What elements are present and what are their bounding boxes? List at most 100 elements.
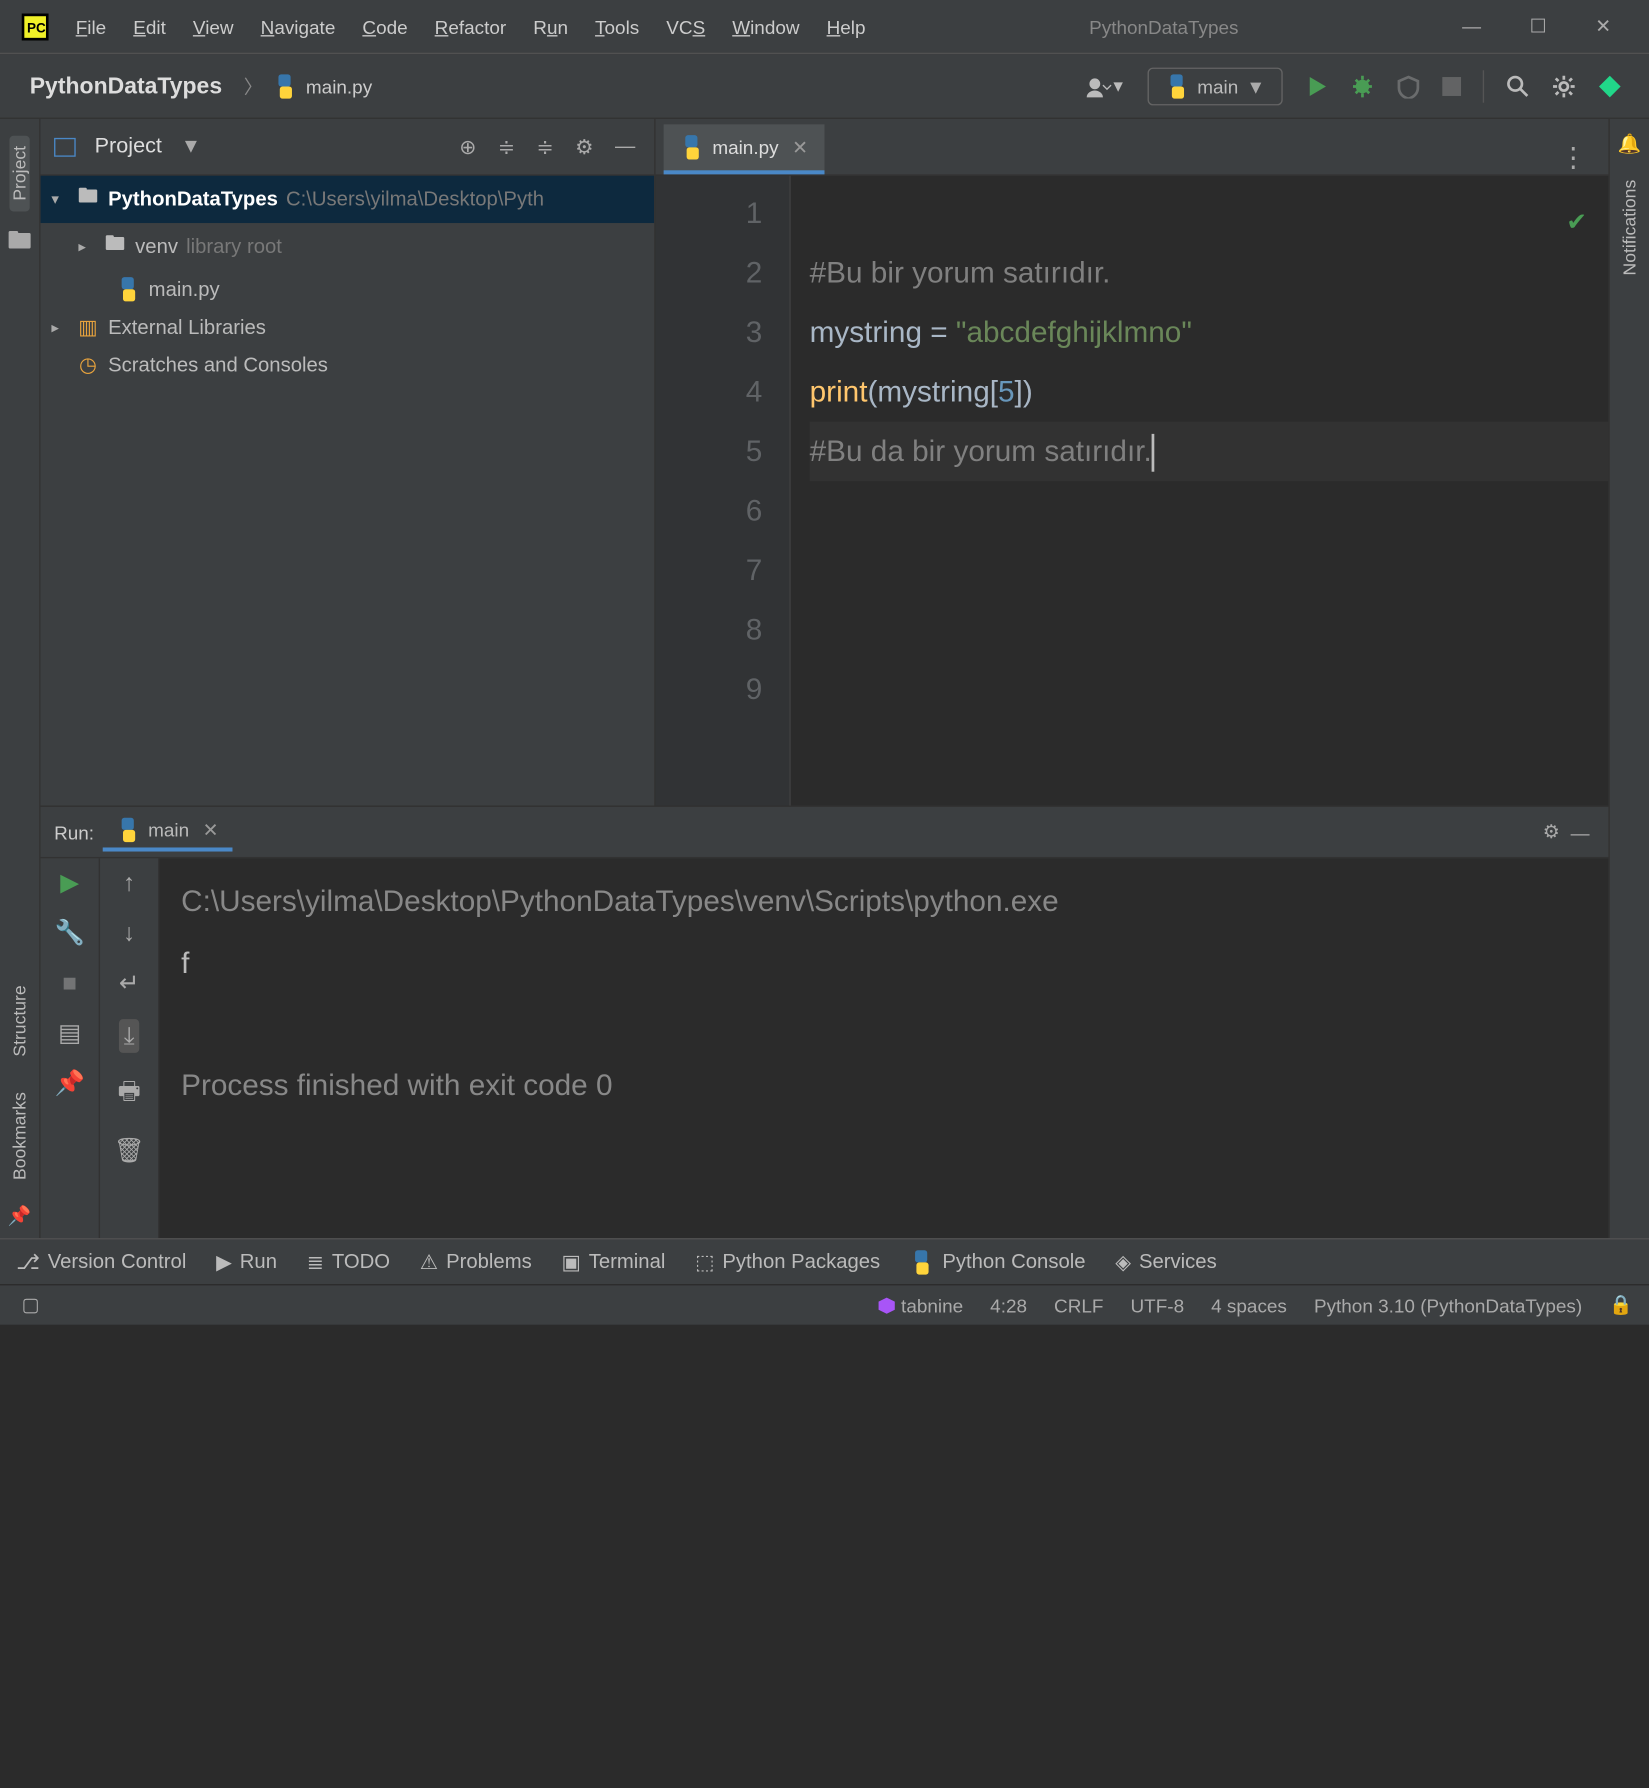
breadcrumb-file[interactable]: main.py <box>271 74 372 98</box>
tab-label: main.py <box>712 137 778 159</box>
run-config-selector[interactable]: main ▼ <box>1147 67 1282 105</box>
lock-icon[interactable]: 🔒 <box>1609 1294 1633 1317</box>
tool-label: Terminal <box>589 1250 666 1273</box>
coverage-button[interactable] <box>1396 74 1420 98</box>
tool-python-console[interactable]: Python Console <box>910 1250 1086 1274</box>
menu-file[interactable]: File <box>76 16 107 38</box>
code-num: 5 <box>998 374 1015 408</box>
close-icon[interactable]: ✕ <box>203 818 219 841</box>
close-icon[interactable]: ✕ <box>1595 15 1611 38</box>
menu-navigate[interactable]: Navigate <box>261 16 336 38</box>
status-encoding[interactable]: UTF-8 <box>1130 1294 1184 1316</box>
code-line: (mystring[ <box>867 374 998 408</box>
left-tool-rail: Project 🖿 Structure Bookmarks 📌 <box>0 119 41 1238</box>
down-icon[interactable]: ↓ <box>123 919 135 947</box>
run-output[interactable]: C:\Users\yilma\Desktop\PythonDataTypes\v… <box>159 858 1608 1238</box>
breadcrumb-root[interactable]: PythonDataTypes <box>16 67 235 105</box>
tool-problems[interactable]: ⚠ Problems <box>420 1250 532 1274</box>
pin-icon[interactable]: 📌 <box>8 1204 32 1227</box>
rail-notifications-tab[interactable]: Notifications <box>1619 169 1639 286</box>
collapse-icon[interactable]: ≑ <box>531 129 559 164</box>
status-left-icon[interactable]: ▢ <box>16 1294 39 1317</box>
stop-icon[interactable]: ■ <box>62 969 77 997</box>
menu-tools[interactable]: Tools <box>595 16 639 38</box>
breadcrumb-file-label: main.py <box>306 75 372 97</box>
more-tabs-icon[interactable]: ⋮ <box>1541 141 1609 175</box>
tool-label: Version Control <box>48 1250 187 1273</box>
wrap-icon[interactable]: ↵ <box>119 969 139 997</box>
run-tool-window: Run: main ✕ ⚙ — ▶ 🔧 ■ ▤ <box>41 806 1609 1239</box>
print-icon[interactable]: 🖶 <box>118 1075 141 1116</box>
menu-window[interactable]: Window <box>732 16 799 38</box>
run-toolbar-right: ↑ ↓ ↵ ⤓ 🖶 🗑 <box>100 858 159 1238</box>
dropdown-icon[interactable]: ▼ <box>181 135 201 158</box>
tree-root[interactable]: ▾ 🖿 PythonDataTypes C:\Users\yilma\Deskt… <box>41 176 655 223</box>
trash-icon[interactable]: 🗑 <box>114 1137 145 1165</box>
status-indent[interactable]: 4 spaces <box>1211 1294 1287 1316</box>
menu-view[interactable]: View <box>193 16 234 38</box>
close-tab-icon[interactable]: ✕ <box>792 136 808 159</box>
gear-icon[interactable]: ⚙ <box>1537 815 1565 849</box>
bottom-tool-bar: ⎇ Version Control ▶ Run ≣ TODO ⚠ Problem… <box>0 1238 1649 1284</box>
code-body[interactable]: ✔#Bu bir yorum satırıdır.mystring = "abc… <box>791 176 1609 806</box>
caret-right-icon: ▸ <box>51 318 67 336</box>
folder-icon[interactable]: 🖿 <box>7 225 31 266</box>
expand-icon[interactable]: ≑ <box>493 129 521 164</box>
gear-icon[interactable]: ⚙ <box>570 129 599 164</box>
hide-icon[interactable]: — <box>1565 816 1595 848</box>
jetbrains-icon[interactable] <box>1598 74 1622 98</box>
tool-services[interactable]: ◈ Services <box>1115 1250 1216 1274</box>
menu-edit[interactable]: Edit <box>133 16 166 38</box>
tree-scratches[interactable]: ◷ Scratches and Consoles <box>41 346 655 384</box>
menu-help[interactable]: Help <box>827 16 866 38</box>
layout-icon[interactable]: ▤ <box>58 1019 81 1047</box>
bell-icon[interactable]: 🔔 <box>1618 132 1642 155</box>
inspection-ok-icon[interactable]: ✔ <box>1566 192 1586 251</box>
rail-project-tab[interactable]: Project <box>9 135 29 211</box>
run-tab[interactable]: main ✕ <box>102 812 232 851</box>
python-icon <box>273 74 297 98</box>
menu-vcs[interactable]: VCS <box>666 16 705 38</box>
status-eol[interactable]: CRLF <box>1054 1294 1103 1316</box>
rerun-icon[interactable]: ▶ <box>60 869 79 897</box>
project-icon <box>54 137 76 156</box>
tool-version-control[interactable]: ⎇ Version Control <box>16 1250 186 1274</box>
pin-icon[interactable]: 📌 <box>54 1069 84 1097</box>
menu-run[interactable]: Run <box>533 16 568 38</box>
gutter: 1 2 3 4 5 6 7 8 9 <box>656 176 791 806</box>
app-logo: PC <box>19 10 51 42</box>
tree-external-libs[interactable]: ▸ ▥ External Libraries <box>41 308 655 346</box>
run-stdout: f <box>181 946 189 980</box>
status-caret-pos[interactable]: 4:28 <box>990 1294 1027 1316</box>
user-icon[interactable]: ▾ <box>1084 72 1123 99</box>
debug-button[interactable] <box>1350 74 1374 98</box>
tree-venv[interactable]: ▸ 🖿 venv library root <box>41 223 655 270</box>
tab-main[interactable]: main.py ✕ <box>664 124 825 174</box>
maximize-icon[interactable]: ☐ <box>1530 15 1547 38</box>
tabnine-widget[interactable]: tabnine <box>877 1294 963 1316</box>
tool-label: Python Console <box>942 1250 1085 1273</box>
rail-bookmarks-tab[interactable]: Bookmarks <box>9 1081 29 1191</box>
run-button[interactable] <box>1307 75 1329 97</box>
scroll-icon[interactable]: ⤓ <box>118 1019 140 1053</box>
minimize-icon[interactable]: — <box>1462 15 1481 38</box>
menu-refactor[interactable]: Refactor <box>435 16 507 38</box>
wrench-icon[interactable]: 🔧 <box>54 919 84 947</box>
hide-icon[interactable]: — <box>610 130 641 164</box>
stop-button[interactable] <box>1442 76 1461 95</box>
up-icon[interactable]: ↑ <box>123 869 135 897</box>
menu-code[interactable]: Code <box>362 16 407 38</box>
tree-main-file[interactable]: main.py <box>41 270 655 308</box>
rail-structure-tab[interactable]: Structure <box>9 975 29 1068</box>
tool-python-packages[interactable]: ⬚ Python Packages <box>695 1250 880 1274</box>
tool-todo[interactable]: ≣ TODO <box>307 1250 390 1274</box>
search-icon[interactable] <box>1506 74 1530 98</box>
locate-icon[interactable]: ⊕ <box>454 129 482 164</box>
status-interpreter[interactable]: Python 3.10 (PythonDataTypes) <box>1314 1294 1582 1316</box>
code-editor[interactable]: 1 2 3 4 5 6 7 8 9 ✔#Bu bir yorum satırıd… <box>656 176 1609 806</box>
tool-terminal[interactable]: ▣ Terminal <box>561 1250 665 1274</box>
code-line: mystring <box>810 315 931 349</box>
settings-icon[interactable] <box>1552 74 1576 98</box>
tool-run[interactable]: ▶ Run <box>216 1250 277 1274</box>
line-number: 4 <box>656 362 763 421</box>
